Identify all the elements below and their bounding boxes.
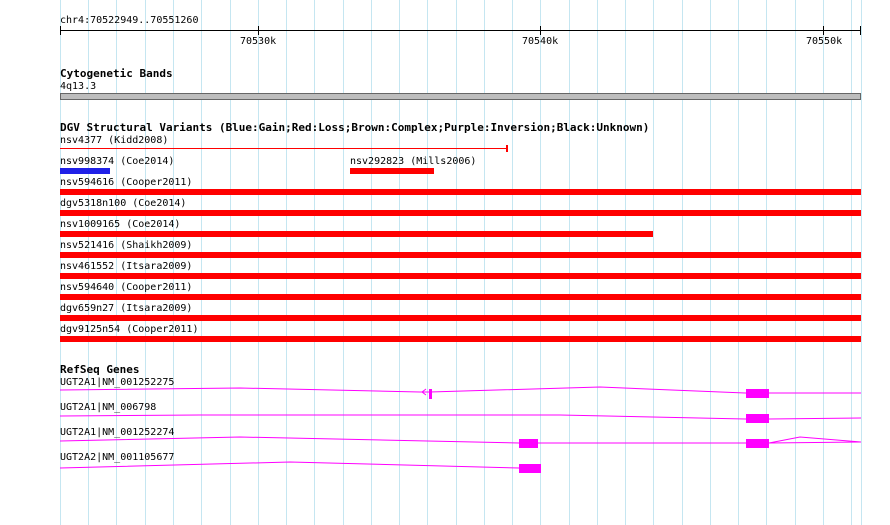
gene-model[interactable]: [59, 414, 862, 423]
gene-models: [59, 386, 862, 473]
gene-exon: [519, 464, 541, 473]
genome-browser: chr4:70522949..70551260 70530k 70540k 70…: [0, 0, 890, 525]
gene-intron-line: [59, 386, 861, 394]
gene-exon: [746, 389, 769, 398]
gene-intron-line: [59, 436, 862, 444]
gene-model[interactable]: [59, 386, 861, 399]
gene-intron-line: [59, 461, 541, 469]
gene-model[interactable]: [59, 461, 541, 473]
gene-exon: [429, 389, 432, 399]
gene-exon: [746, 414, 769, 423]
gene-model[interactable]: [59, 436, 862, 448]
gene-exon: [746, 439, 769, 448]
gene-exon: [519, 439, 538, 448]
gene-intron-line: [59, 414, 862, 420]
